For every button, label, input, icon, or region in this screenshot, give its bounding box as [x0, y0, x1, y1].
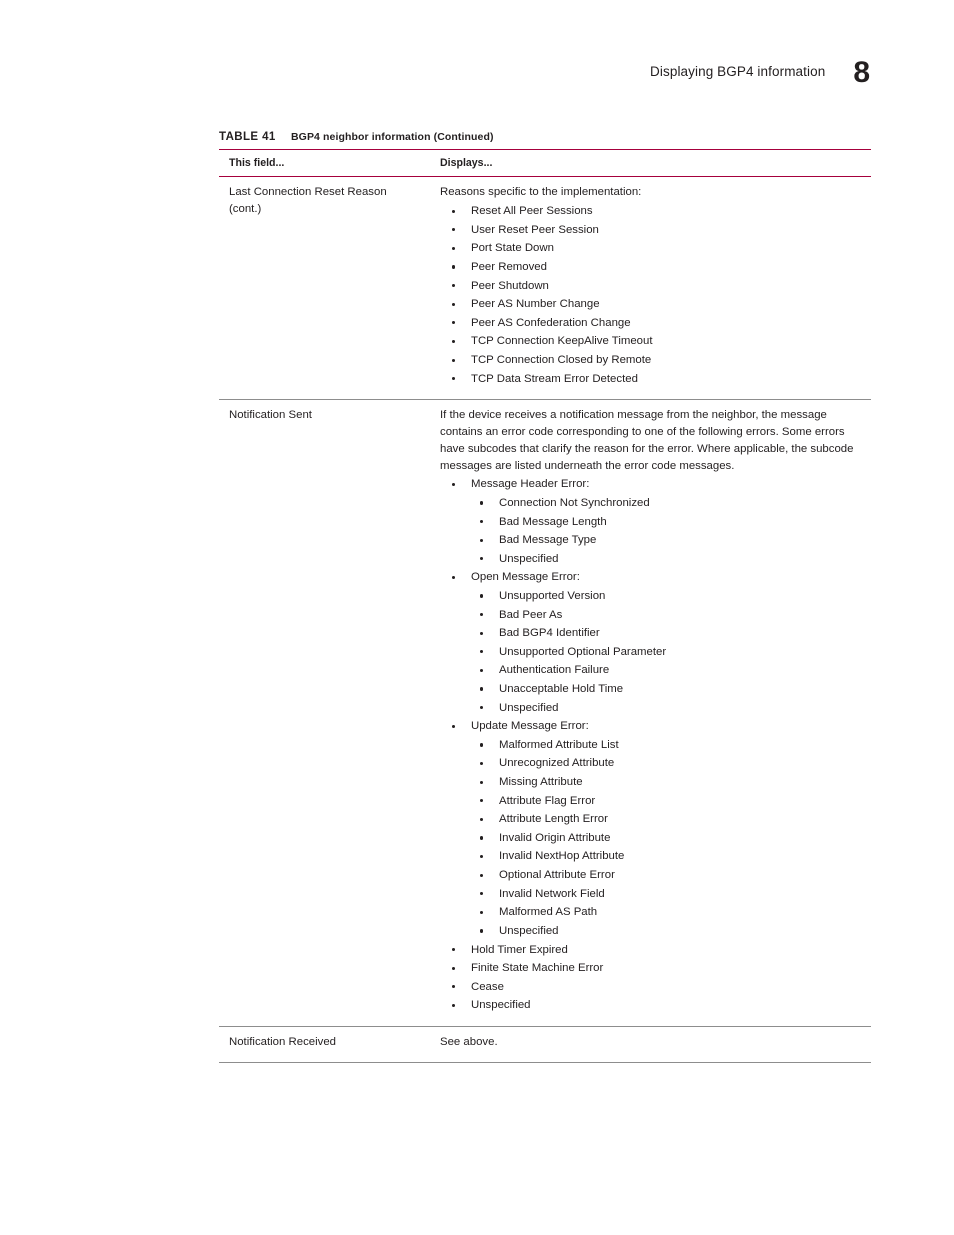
notification-error-list: Message Header Error: Connection Not Syn…	[440, 476, 867, 1014]
row-field-label: Last Connection Reset Reason	[229, 186, 387, 199]
list-item: Reset All Peer Sessions	[440, 203, 867, 220]
list-item: Unsupported Version	[471, 588, 867, 605]
row-field-label: Notification Received	[229, 1035, 336, 1048]
list-item: Invalid NextHop Attribute	[471, 848, 867, 865]
sublist: Unsupported Version Bad Peer As Bad BGP4…	[471, 588, 867, 717]
table-caption-text: BGP4 neighbor information (Continued)	[291, 131, 494, 143]
list-item: Malformed Attribute List	[471, 737, 867, 754]
list-item-label: Message Header Error:	[471, 478, 590, 491]
list-item: Unrecognized Attribute	[471, 755, 867, 772]
list-item: Hold Timer Expired	[440, 942, 867, 959]
row-field-cell: Notification Received	[219, 1027, 430, 1062]
list-item: Attribute Length Error	[471, 811, 867, 828]
list-item-label: Update Message Error:	[471, 720, 589, 733]
table-caption: TABLE 41 BGP4 neighbor information (Cont…	[219, 131, 871, 149]
list-item: Cease	[440, 979, 867, 996]
list-item: Open Message Error: Unsupported Version …	[440, 569, 867, 716]
table-caption-label: TABLE 41	[219, 131, 276, 143]
row-field-cell: Last Connection Reset Reason (cont.)	[219, 177, 430, 399]
list-item: Bad Message Type	[471, 532, 867, 549]
list-item: Peer AS Confederation Change	[440, 315, 867, 332]
page-title: Displaying BGP4 information	[650, 64, 826, 79]
list-item: TCP Connection KeepAlive Timeout	[440, 333, 867, 350]
table-row: Notification Sent If the device receives…	[219, 400, 871, 1026]
list-item: Unspecified	[471, 700, 867, 717]
list-item: Malformed AS Path	[471, 904, 867, 921]
list-item: Peer Shutdown	[440, 278, 867, 295]
list-item: Bad BGP4 Identifier	[471, 625, 867, 642]
list-item: Finite State Machine Error	[440, 960, 867, 977]
row-displays-cell: See above.	[430, 1027, 871, 1062]
list-item: Unacceptable Hold Time	[471, 681, 867, 698]
row-displays-cell: Reasons specific to the implementation: …	[430, 177, 871, 399]
list-item: TCP Connection Closed by Remote	[440, 352, 867, 369]
list-item: Bad Peer As	[471, 607, 867, 624]
list-item: Authentication Failure	[471, 662, 867, 679]
reset-reason-list: Reset All Peer Sessions User Reset Peer …	[440, 203, 867, 388]
list-item: Missing Attribute	[471, 774, 867, 791]
list-item: Unspecified	[440, 997, 867, 1014]
list-item: Port State Down	[440, 240, 867, 257]
table-row: Last Connection Reset Reason (cont.) Rea…	[219, 177, 871, 399]
row-intro-text: If the device receives a notification me…	[440, 409, 854, 472]
list-item: Peer AS Number Change	[440, 296, 867, 313]
table-header-row: This field... Displays...	[219, 150, 871, 176]
list-item: Message Header Error: Connection Not Syn…	[440, 476, 867, 568]
list-item: Connection Not Synchronized	[471, 495, 867, 512]
list-item: Unspecified	[471, 923, 867, 940]
row-intro-text: Reasons specific to the implementation:	[440, 186, 642, 199]
row-field-label: Notification Sent	[229, 409, 312, 422]
list-item: Attribute Flag Error	[471, 793, 867, 810]
list-item: Update Message Error: Malformed Attribut…	[440, 718, 867, 940]
list-item: TCP Data Stream Error Detected	[440, 371, 867, 388]
list-item: Invalid Origin Attribute	[471, 830, 867, 847]
list-item: Unsupported Optional Parameter	[471, 644, 867, 661]
list-item: Peer Removed	[440, 259, 867, 276]
sublist: Connection Not Synchronized Bad Message …	[471, 495, 867, 568]
table-row: Notification Received See above.	[219, 1027, 871, 1062]
sublist: Malformed Attribute List Unrecognized At…	[471, 737, 867, 940]
list-item: User Reset Peer Session	[440, 222, 867, 239]
column-header-displays: Displays...	[440, 157, 493, 169]
list-item: Optional Attribute Error	[471, 867, 867, 884]
table-bottom-rule	[219, 1061, 871, 1063]
bgp4-neighbor-information-table: TABLE 41 BGP4 neighbor information (Cont…	[219, 131, 871, 1063]
row-intro-text: See above.	[440, 1035, 498, 1048]
row-field-label-cont: (cont.)	[229, 202, 262, 215]
column-header-field: This field...	[229, 157, 285, 169]
document-page: Displaying BGP4 information 8 TABLE 41 B…	[0, 0, 954, 1235]
row-field-cell: Notification Sent	[219, 400, 430, 1026]
list-item: Unspecified	[471, 551, 867, 568]
list-item: Invalid Network Field	[471, 886, 867, 903]
page-number: 8	[853, 56, 870, 89]
list-item: Bad Message Length	[471, 514, 867, 531]
list-item-label: Open Message Error:	[471, 571, 580, 584]
row-displays-cell: If the device receives a notification me…	[430, 400, 871, 1026]
page-header: Displaying BGP4 information 8	[650, 52, 870, 88]
